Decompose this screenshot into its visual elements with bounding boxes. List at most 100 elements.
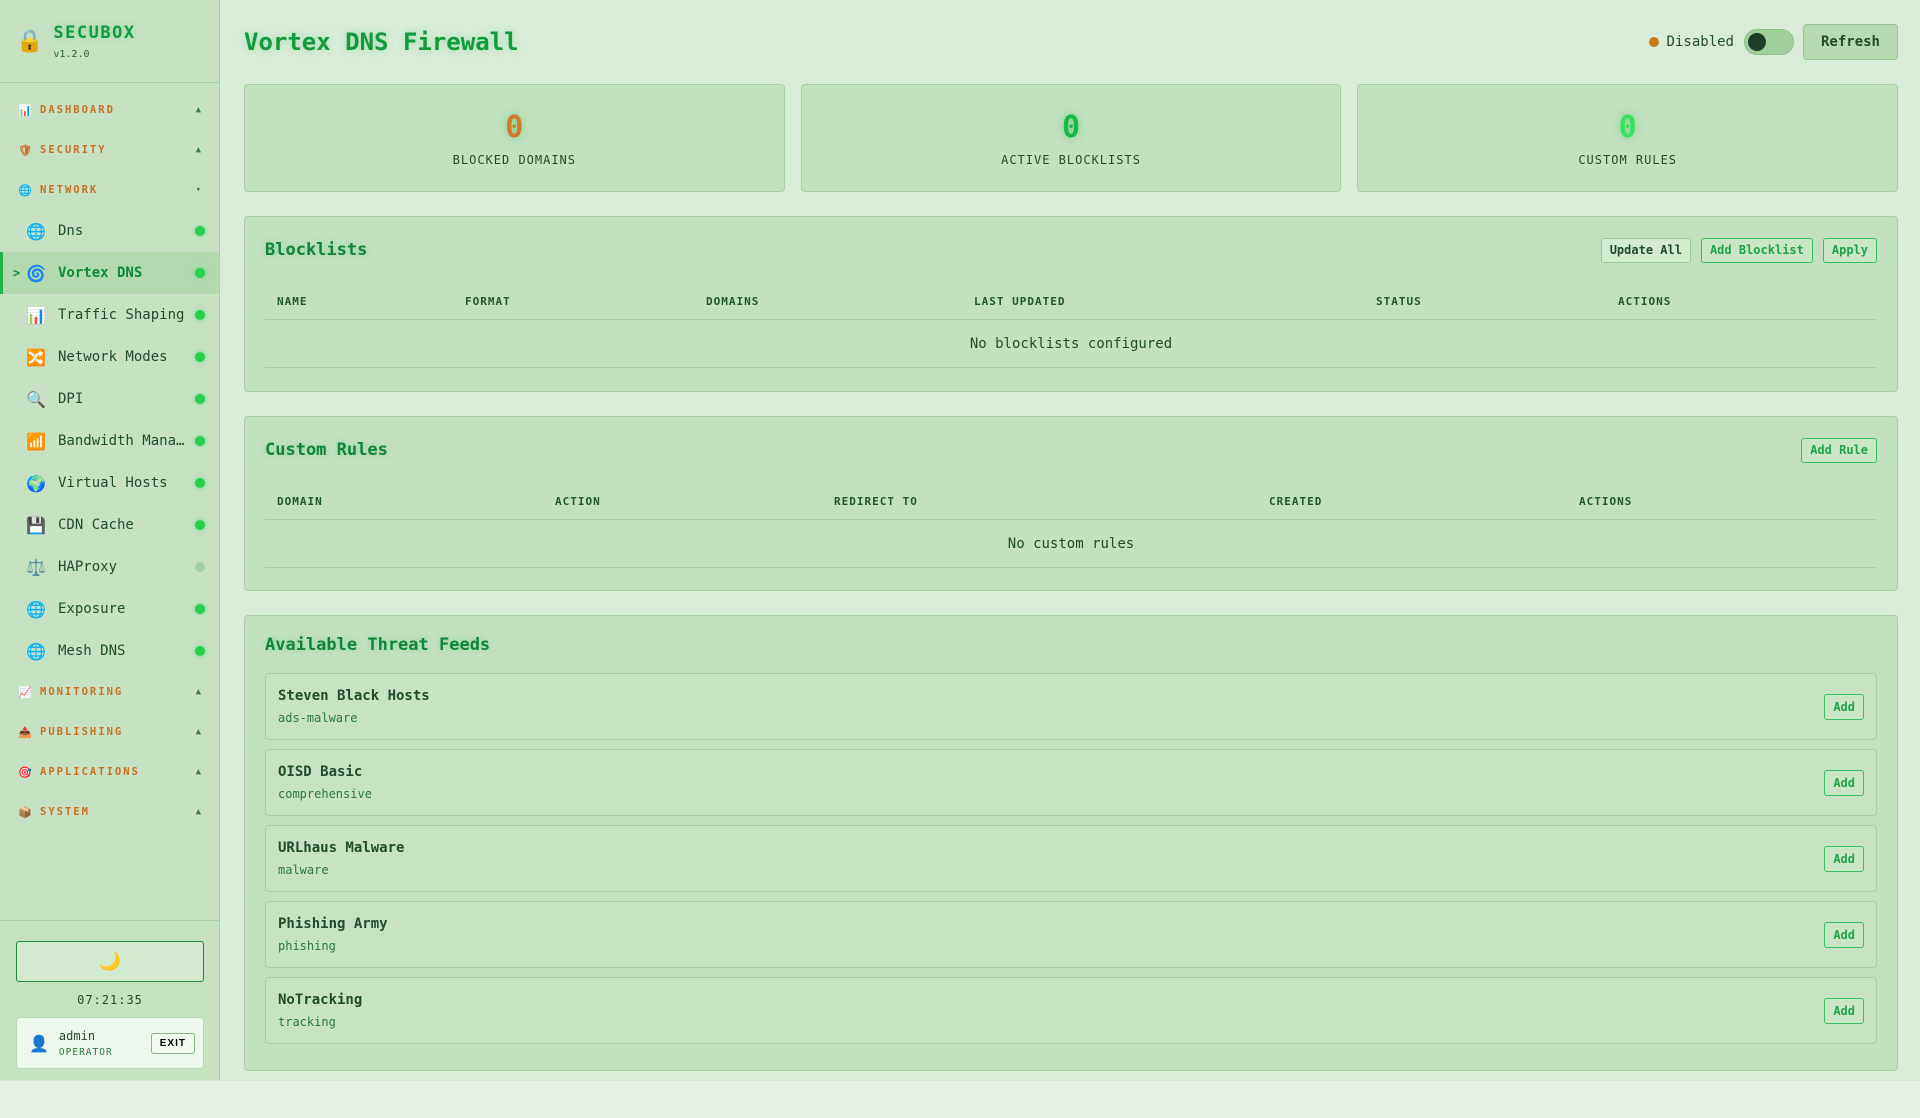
panel-title: Available Threat Feeds [265, 634, 491, 655]
app-window: 🔒 SECUBOX v1.2.0 📊 DASHBOARD ▲ 🛡 SECURIT… [0, 0, 1920, 1080]
stat-card-blocked-domains: 0 BLOCKED DOMAINS [244, 84, 785, 192]
sidebar-item-label: Network Modes [58, 349, 168, 365]
chevron-up-icon: ▲ [195, 767, 203, 777]
status-dot [195, 226, 205, 236]
exit-button[interactable]: EXIT [150, 1032, 195, 1054]
service-toggle[interactable] [1743, 29, 1794, 55]
dashboard-icon: 📊 [18, 103, 34, 117]
stat-value: 0 [1061, 109, 1081, 145]
user-name: admin [58, 1028, 96, 1043]
status-dot [195, 478, 205, 488]
add-feed-button[interactable]: Add [1824, 845, 1864, 872]
clock: 07:21:35 [77, 993, 143, 1007]
vortex-icon: 🌀 [26, 263, 46, 283]
add-blocklist-button[interactable]: Add Blocklist [1700, 237, 1813, 263]
scales-icon: ⚖️ [26, 557, 46, 577]
active-caret-icon: > [13, 266, 21, 280]
status-dot [195, 352, 205, 362]
section-dashboard[interactable]: 📊 DASHBOARD ▲ [0, 90, 219, 130]
sidebar-item-label: HAProxy [58, 559, 118, 575]
chevron-up-icon: ▲ [195, 145, 203, 155]
threat-feed-item: Steven Black Hosts ads-malware Add [265, 673, 1877, 740]
add-feed-button[interactable]: Add [1824, 997, 1864, 1024]
globe-icon: 🌐 [18, 183, 34, 197]
column-header: ACTIONS [1618, 294, 1672, 308]
apply-button[interactable]: Apply [1822, 237, 1877, 263]
empty-state: No custom rules [265, 520, 1877, 568]
panel-header: Blocklists Update All Add Blocklist Appl… [265, 217, 1877, 283]
chevron-up-icon: ▲ [195, 727, 203, 737]
column-header: ACTION [555, 494, 601, 508]
sidebar-item-haproxy[interactable]: ⚖️ HAProxy [0, 546, 219, 588]
section-system[interactable]: 📦 SYSTEM ▲ [0, 792, 219, 832]
stat-card-custom-rules: 0 CUSTOM RULES [1357, 84, 1899, 192]
sidebar-item-label: Virtual Hosts [58, 475, 168, 491]
sidebar-item-exposure[interactable]: 🌐 Exposure [0, 588, 219, 630]
blocklists-panel: Blocklists Update All Add Blocklist Appl… [244, 216, 1898, 392]
section-network[interactable]: 🌐 NETWORK ▾ [0, 170, 219, 210]
sidebar-item-traffic-shaping[interactable]: 📊 Traffic Shaping [0, 294, 219, 336]
chevron-up-icon: ▲ [195, 687, 203, 697]
sidebar-item-virtual-hosts[interactable]: 🌍 Virtual Hosts [0, 462, 219, 504]
toggle-knob [1747, 33, 1766, 51]
update-all-button[interactable]: Update All [1600, 237, 1691, 263]
stat-card-active-blocklists: 0 ACTIVE BLOCKLISTS [800, 84, 1342, 192]
chevron-down-icon: ▾ [195, 185, 203, 195]
status-dot [195, 268, 205, 278]
status-dot [195, 604, 205, 614]
threat-feed-item: Phishing Army phishing Add [265, 901, 1877, 968]
table-header: NAME FORMAT DOMAINS LAST UPDATED STATUS … [265, 283, 1877, 320]
add-feed-button[interactable]: Add [1824, 921, 1864, 948]
sidebar-item-network-modes[interactable]: 🔀 Network Modes [0, 336, 219, 378]
status-indicator-dot [1648, 37, 1659, 47]
threat-feed-item: URLhaus Malware malware Add [265, 825, 1877, 892]
sidebar-item-cdn-cache[interactable]: 💾 CDN Cache [0, 504, 219, 546]
signal-icon: 📶 [26, 431, 46, 451]
sidebar-item-bandwidth-manager[interactable]: 📶 Bandwidth Manager [0, 420, 219, 462]
section-security[interactable]: 🛡 SECURITY ▲ [0, 130, 219, 170]
chevron-up-icon: ▲ [195, 807, 203, 817]
status-dot [195, 394, 205, 404]
theme-toggle-button[interactable]: 🌙 [16, 941, 204, 982]
brand-name: SECUBOX [53, 22, 136, 43]
sidebar-footer: 🌙 07:21:35 👤 admin OPERATOR EXIT [0, 920, 220, 1080]
page-title: Vortex DNS Firewall [244, 28, 519, 56]
floppy-disk-icon: 💾 [26, 515, 46, 535]
add-feed-button[interactable]: Add [1824, 769, 1864, 796]
chevron-up-icon: ▲ [195, 105, 203, 115]
add-feed-button[interactable]: Add [1824, 693, 1864, 720]
section-publishing[interactable]: 📤 PUBLISHING ▲ [0, 712, 219, 752]
section-applications[interactable]: 🎯 APPLICATIONS ▲ [0, 752, 219, 792]
column-header: STATUS [1376, 294, 1422, 308]
status-dot [195, 646, 205, 656]
refresh-button[interactable]: Refresh [1802, 24, 1898, 60]
column-header: LAST UPDATED [974, 294, 1066, 308]
feed-name: Steven Black Hosts [278, 688, 430, 704]
brand[interactable]: 🔒 SECUBOX v1.2.0 [0, 0, 219, 83]
add-rule-button[interactable]: Add Rule [1801, 437, 1877, 463]
magnifier-icon: 🔍 [26, 389, 46, 409]
sidebar-item-dpi[interactable]: 🔍 DPI [0, 378, 219, 420]
status-dot [195, 562, 205, 572]
section-label: MONITORING [40, 686, 124, 698]
sidebar-item-vortex-dns[interactable]: > 🌀 Vortex DNS [0, 252, 219, 294]
feed-category: tracking [278, 1015, 336, 1029]
earth-icon: 🌍 [26, 473, 46, 493]
section-label: SECURITY [40, 144, 107, 156]
sidebar-item-mesh-dns[interactable]: 🌐 Mesh DNS [0, 630, 219, 672]
sidebar-item-label: Vortex DNS [58, 265, 143, 281]
threat-feed-item: NoTracking tracking Add [265, 977, 1877, 1044]
sidebar-item-label: Dns [58, 223, 84, 239]
panel-actions: Add Rule [1801, 437, 1877, 463]
status-dot [195, 520, 205, 530]
column-header: CREATED [1269, 494, 1323, 508]
stat-label: CUSTOM RULES [1578, 152, 1678, 167]
package-icon: 📦 [18, 805, 34, 819]
sidebar-item-dns[interactable]: 🌐 Dns [0, 210, 219, 252]
section-monitoring[interactable]: 📈 MONITORING ▲ [0, 672, 219, 712]
panel-actions: Update All Add Blocklist Apply [1600, 237, 1877, 263]
panel-title: Custom Rules [265, 440, 388, 460]
section-label: DASHBOARD [40, 104, 115, 116]
shield-icon: 🛡 [18, 143, 34, 157]
main-content: Vortex DNS Firewall Disabled Refresh 0 B… [220, 0, 1920, 1080]
